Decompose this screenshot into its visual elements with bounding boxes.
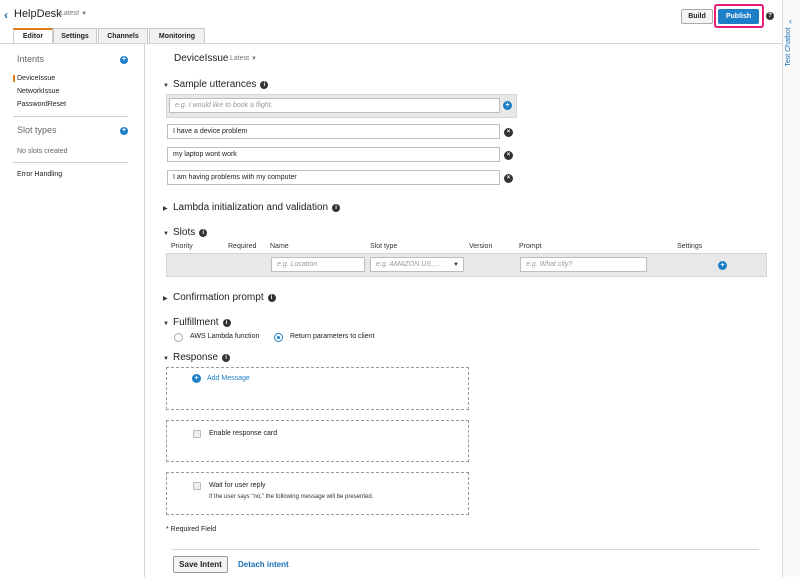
utterance-item[interactable]: I have a device problem bbox=[167, 124, 500, 139]
slot-col-prompt: Prompt bbox=[519, 243, 542, 250]
sidebar-divider bbox=[13, 162, 128, 163]
add-utterance-icon[interactable]: + bbox=[503, 101, 512, 110]
footer-divider bbox=[172, 549, 759, 550]
slot-col-required: Required bbox=[228, 243, 257, 250]
intents-heading: Intents bbox=[17, 54, 45, 64]
remove-utterance-icon[interactable]: × bbox=[504, 128, 513, 137]
radio-return-label: Return parameters to client bbox=[290, 333, 375, 340]
radio-lambda-label: AWS Lambda function bbox=[190, 333, 260, 340]
top-bar: ‹ HelpDesk Latest ▼ Build Publish ? bbox=[0, 0, 800, 30]
slot-type-select[interactable]: e.g. AMAZON.US_... ▼ bbox=[370, 257, 464, 272]
info-icon[interactable]: i bbox=[222, 354, 231, 362]
confirmation-heading: Confirmation prompt bbox=[173, 292, 264, 303]
info-icon[interactable]: i bbox=[267, 294, 276, 302]
response-header[interactable]: ▼ Response i bbox=[163, 352, 231, 363]
caret-down-icon: ▼ bbox=[81, 11, 88, 17]
required-field-note: * Required Field bbox=[166, 526, 217, 533]
remove-utterance-icon[interactable]: × bbox=[504, 151, 513, 160]
caret-down-icon: ▼ bbox=[163, 356, 169, 362]
slot-prompt-input[interactable]: e.g. What city? bbox=[520, 257, 647, 272]
confirmation-header[interactable]: ▶ Confirmation prompt i bbox=[163, 292, 276, 303]
sidebar-item-error-handling[interactable]: Error Handling bbox=[17, 171, 62, 178]
slot-col-version: Version bbox=[469, 243, 493, 250]
sidebar-item-networkissue[interactable]: NetworkIssue bbox=[17, 88, 59, 95]
sample-utterances-heading: Sample utterances bbox=[173, 79, 257, 90]
radio-lambda-function[interactable] bbox=[174, 333, 183, 342]
slot-entry-row bbox=[166, 253, 767, 277]
add-intent-icon[interactable]: + bbox=[120, 56, 128, 64]
caret-right-icon: ▶ bbox=[163, 296, 168, 302]
add-slot-type-icon[interactable]: + bbox=[120, 127, 128, 135]
caret-right-icon: ▶ bbox=[163, 206, 168, 212]
slot-name-input[interactable]: e.g. Location bbox=[271, 257, 365, 272]
intent-title: DeviceIssue bbox=[174, 53, 229, 64]
wait-for-reply-checkbox[interactable] bbox=[193, 482, 201, 490]
slot-types-heading: Slot types bbox=[17, 125, 57, 135]
slot-col-settings: Settings bbox=[677, 243, 703, 250]
add-message-link[interactable]: Add Message bbox=[207, 375, 250, 382]
caret-down-icon: ▼ bbox=[163, 321, 169, 327]
caret-down-icon: ▼ bbox=[453, 262, 459, 268]
slots-header[interactable]: ▼ Slots i bbox=[163, 227, 208, 238]
fulfillment-header[interactable]: ▼ Fulfillment i bbox=[163, 317, 231, 328]
intent-version-select[interactable]: Latest ▼ bbox=[230, 55, 257, 62]
message-group bbox=[166, 367, 469, 410]
enable-response-card-checkbox[interactable] bbox=[193, 430, 201, 438]
info-icon[interactable]: i bbox=[222, 319, 231, 327]
intent-version-label: Latest bbox=[230, 55, 250, 62]
wait-reply-note: If the user says "no," the following mes… bbox=[209, 494, 374, 500]
info-icon[interactable]: i bbox=[332, 204, 341, 212]
info-icon[interactable]: i bbox=[260, 81, 269, 89]
caret-down-icon: ▼ bbox=[251, 56, 257, 62]
radio-return-parameters[interactable] bbox=[274, 333, 283, 342]
tab-channels[interactable]: Channels bbox=[98, 28, 148, 44]
fulfillment-heading: Fulfillment bbox=[173, 317, 219, 328]
remove-utterance-icon[interactable]: × bbox=[504, 174, 513, 183]
info-icon[interactable]: i bbox=[199, 229, 208, 237]
slot-col-slot-type: Slot type bbox=[370, 243, 398, 250]
publish-button[interactable]: Publish bbox=[718, 9, 759, 24]
tab-settings[interactable]: Settings bbox=[53, 28, 97, 44]
test-chatbot-panel[interactable]: ‹ Test Chatbot bbox=[782, 0, 800, 577]
add-slot-icon[interactable]: + bbox=[718, 261, 727, 270]
slot-col-name: Name bbox=[270, 243, 289, 250]
slots-heading: Slots bbox=[173, 227, 196, 238]
wait-for-reply-label: Wait for user reply bbox=[209, 482, 266, 489]
enable-response-card-label: Enable response card bbox=[209, 430, 278, 437]
detach-intent-link[interactable]: Detach intent bbox=[238, 560, 289, 569]
sidebar-item-passwordreset[interactable]: PasswordReset bbox=[17, 101, 66, 108]
caret-down-icon: ▼ bbox=[163, 231, 169, 237]
slot-col-priority: Priority bbox=[171, 243, 193, 250]
no-slots-text: No slots created bbox=[17, 148, 68, 155]
save-intent-button[interactable]: Save Intent bbox=[173, 556, 228, 573]
lambda-init-header[interactable]: ▶ Lambda initialization and validation i bbox=[163, 202, 341, 213]
response-heading: Response bbox=[173, 352, 219, 363]
lambda-init-heading: Lambda initialization and validation bbox=[173, 202, 329, 213]
question-icon[interactable]: ? bbox=[766, 12, 774, 20]
chevron-left-icon[interactable]: ‹ bbox=[4, 8, 8, 22]
tab-editor[interactable]: Editor bbox=[13, 28, 53, 44]
sidebar: Intents + DeviceIssue NetworkIssue Passw… bbox=[0, 44, 145, 577]
sidebar-item-deviceissue[interactable]: DeviceIssue bbox=[13, 75, 55, 82]
caret-down-icon: ▼ bbox=[163, 83, 169, 89]
sidebar-divider bbox=[13, 116, 128, 117]
sample-utterances-header[interactable]: ▼ Sample utterances i bbox=[163, 79, 269, 90]
slot-type-placeholder: e.g. AMAZON.US_... bbox=[376, 261, 441, 268]
utterance-input[interactable]: e.g. I would like to book a flight. bbox=[169, 98, 500, 113]
response-card-group bbox=[166, 420, 469, 462]
chevron-left-icon[interactable]: ‹ bbox=[789, 16, 792, 26]
add-message-icon[interactable]: + bbox=[192, 374, 201, 383]
bot-version-select[interactable]: Latest ▼ bbox=[60, 10, 87, 17]
bot-version-label: Latest bbox=[60, 10, 80, 17]
utterance-item[interactable]: my laptop wont work bbox=[167, 147, 500, 162]
test-chatbot-label[interactable]: Test Chatbot bbox=[785, 27, 799, 67]
utterance-item[interactable]: I am having problems with my computer bbox=[167, 170, 500, 185]
tab-monitoring[interactable]: Monitoring bbox=[149, 28, 205, 44]
bot-name[interactable]: HelpDesk bbox=[14, 8, 62, 20]
build-button[interactable]: Build bbox=[681, 9, 713, 24]
